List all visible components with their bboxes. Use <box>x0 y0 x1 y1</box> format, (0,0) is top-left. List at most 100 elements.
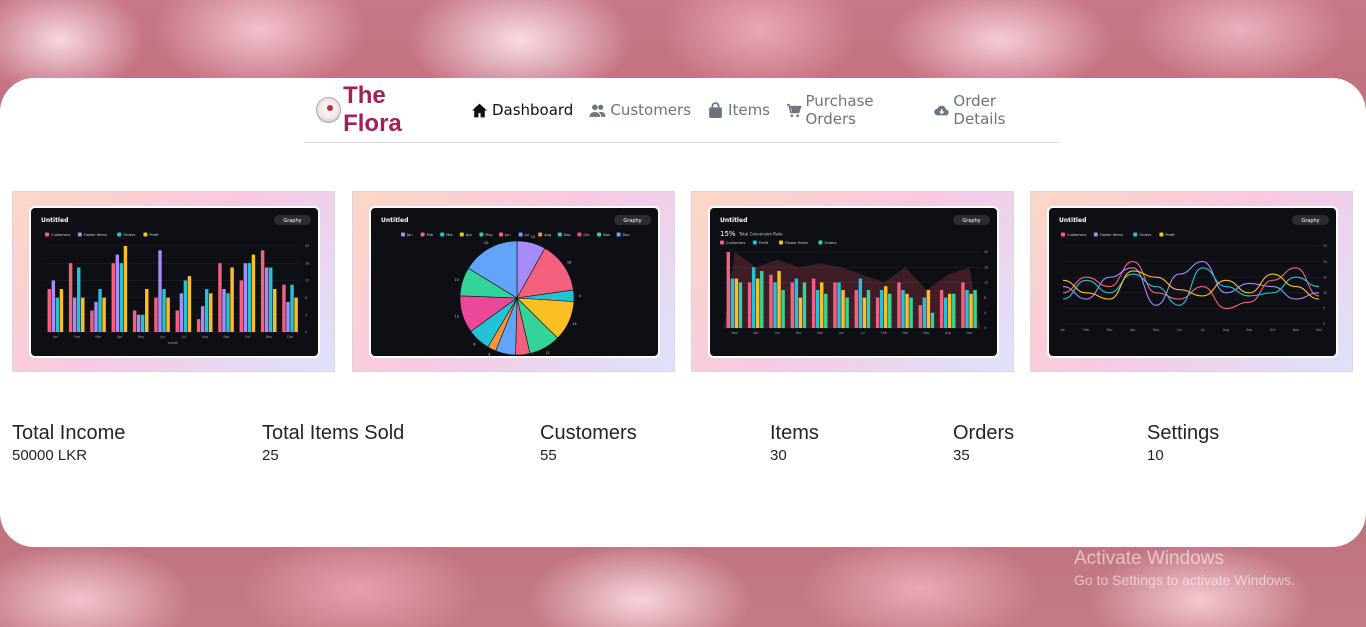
nav-item-customers[interactable]: Customers <box>589 101 691 119</box>
bar <box>973 290 977 328</box>
main-panel: The Flora Dashboard Customers Items Purc… <box>0 78 1366 547</box>
cart-icon <box>786 103 802 117</box>
bar <box>230 267 234 332</box>
bar <box>158 250 162 332</box>
bar <box>102 297 106 332</box>
bar <box>68 263 73 332</box>
legend-label: Flower Items <box>1100 233 1123 237</box>
bar <box>166 297 170 332</box>
stat-title: Orders <box>953 422 1015 444</box>
chart-card-2[interactable]: Untitled Graphy Jan Feb Mar Apr May Jun Jul Aug Se… <box>352 191 675 372</box>
bar <box>833 282 837 328</box>
bar <box>183 280 188 332</box>
x-tick-label: Jun <box>1176 328 1182 332</box>
bag-icon <box>709 101 722 118</box>
chart-title: Untitled <box>720 217 747 224</box>
pie-chart: Untitled Graphy Jan Feb Mar Apr May Jun Jul Aug Se… <box>381 215 651 356</box>
stat-value: 10 <box>1147 447 1164 464</box>
nav-item-items[interactable]: Items <box>707 101 770 119</box>
bar <box>98 289 102 332</box>
legend-label: Jul <box>524 233 529 237</box>
bar <box>187 276 192 332</box>
nav-item-label: Items <box>728 101 770 119</box>
chart-card-3[interactable]: Untitled Graphy 15% Total Conversion Rate Cu… <box>691 191 1014 372</box>
chart-title: Untitled <box>41 217 68 224</box>
legend-swatch <box>45 232 49 237</box>
bar <box>820 282 824 328</box>
top-navbar: The Flora Dashboard Customers Items Purc… <box>304 78 1060 143</box>
nav-item-order-details[interactable]: Order Details <box>934 92 1044 128</box>
x-tick-label: Sep <box>1246 328 1252 332</box>
bar <box>884 286 888 328</box>
brand-name: The Flora <box>343 82 402 137</box>
y-tick-label: 8 <box>305 296 307 300</box>
bar <box>145 289 149 332</box>
legend-label: Mar <box>446 233 453 237</box>
legend-label: Nov <box>603 233 611 237</box>
chart-card-1[interactable]: Untitled Graphy Customers Flower Items Order… <box>12 191 335 372</box>
bar <box>922 297 927 328</box>
bar <box>756 278 760 328</box>
legend-swatch <box>499 232 503 237</box>
graphy-badge-label: Graphy <box>962 218 980 224</box>
bar <box>90 310 94 332</box>
legend-label: Apr <box>466 233 473 237</box>
bar <box>926 290 931 328</box>
bar <box>47 289 52 332</box>
x-tick-label: Nov <box>732 331 738 335</box>
chart-title: Untitled <box>381 217 408 224</box>
x-tick-label: Jul <box>1200 328 1205 332</box>
legend-label: Profit <box>1165 233 1175 237</box>
legend-label: Customers <box>1067 233 1086 237</box>
x-tick-label: May <box>1153 328 1160 332</box>
x-tick-label: May <box>138 335 145 339</box>
legend-swatch <box>440 232 445 237</box>
x-tick-label: Dec <box>1316 328 1322 332</box>
bar <box>294 297 298 332</box>
line-chart: Untitled Graphy Customers Flower Items Order… <box>1059 215 1329 332</box>
graphy-badge-label: Graphy <box>283 218 301 224</box>
y-tick-label: 20 <box>305 244 309 248</box>
y-tick-label: 12 <box>984 281 988 285</box>
x-tick-label: Dec <box>966 331 972 335</box>
x-tick-label: Aug <box>945 331 951 335</box>
x-tick-label: Mar <box>1107 328 1114 332</box>
bar <box>769 274 773 328</box>
stat-total-items-sold: Total Items Sold 25 <box>262 421 404 467</box>
bar <box>123 246 128 332</box>
x-tick-label: Mar <box>902 331 909 335</box>
chart-card-4[interactable]: Untitled Graphy Customers Flower Items Order… <box>1030 191 1353 372</box>
series-line <box>1062 261 1320 306</box>
stat-items: Items 30 <box>770 421 819 467</box>
nav-item-dashboard[interactable]: Dashboard <box>471 101 573 119</box>
y-tick-label: 0 <box>305 330 307 334</box>
stat-total-income: Total Income 50000 LKR <box>12 421 125 467</box>
bar <box>905 293 909 328</box>
y-tick-label: 20 <box>984 250 988 254</box>
bar <box>888 293 892 328</box>
bar <box>218 263 222 332</box>
x-tick-label: Aug <box>202 335 208 339</box>
x-tick-label: Oct <box>1270 328 1276 332</box>
x-tick-label: Jan <box>1060 328 1066 332</box>
x-axis-label: month <box>168 341 178 345</box>
nav-item-label: Customers <box>610 101 692 119</box>
legend-swatch <box>518 232 523 237</box>
watermark-subtitle: Go to Settings to activate Windows. <box>1074 572 1295 588</box>
users-icon <box>589 104 606 117</box>
brand[interactable]: The Flora <box>316 82 447 138</box>
bar <box>730 278 735 328</box>
nav-item-purchase-orders[interactable]: Purchase Orders <box>786 92 918 128</box>
legend-swatch <box>401 232 405 237</box>
bar <box>51 280 56 332</box>
legend-label: May <box>485 233 493 237</box>
legend-swatch <box>1093 232 1098 237</box>
legend-swatch <box>538 232 543 237</box>
y-tick-label: 10 <box>1323 291 1327 295</box>
bar <box>841 290 845 328</box>
pie-data-label: 10 <box>531 235 535 239</box>
bar <box>136 314 141 332</box>
stat-settings: Settings 10 <box>1147 421 1219 467</box>
bar <box>866 290 871 328</box>
chart-title: Untitled <box>1059 217 1086 224</box>
